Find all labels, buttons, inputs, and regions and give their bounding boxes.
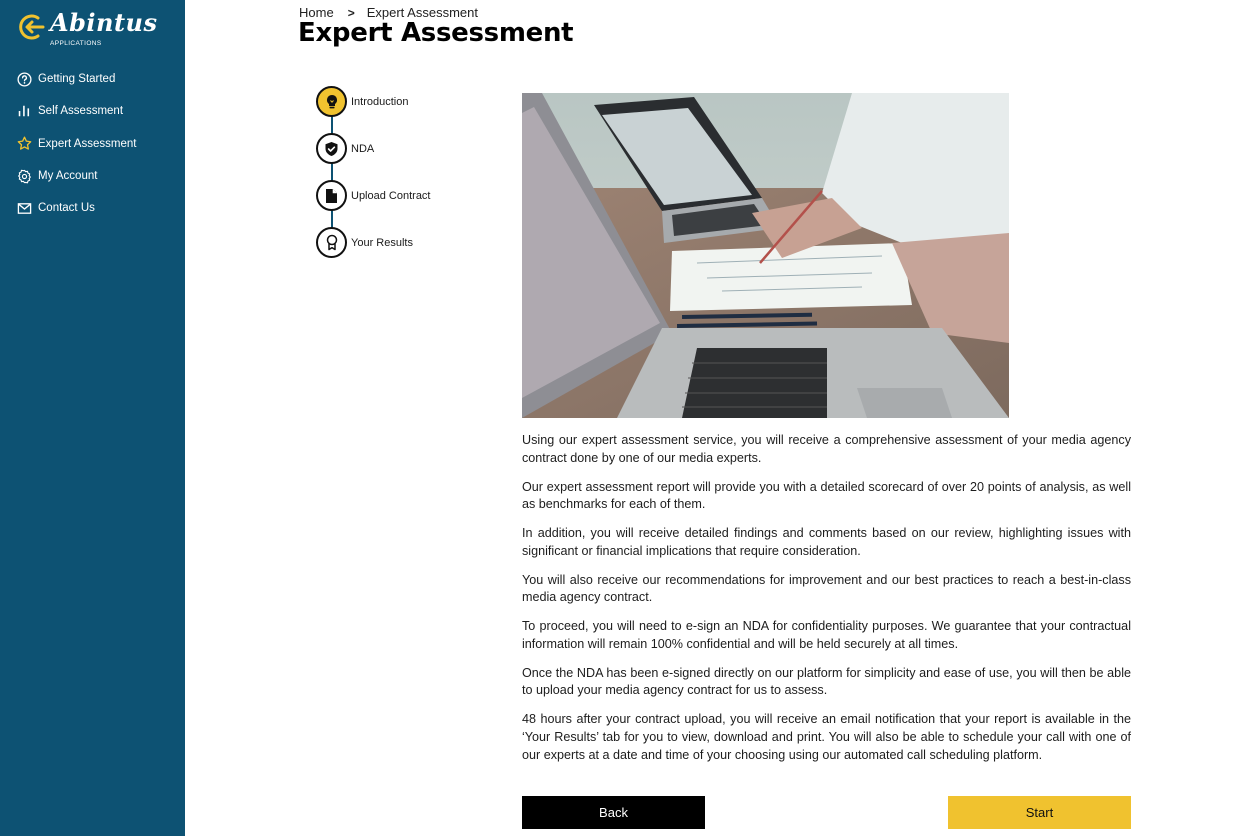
content-paragraph: Once the NDA has been e-signed directly …	[522, 665, 1131, 698]
shield-check-icon	[325, 141, 338, 156]
sidebar-item-expert-assessment[interactable]: Expert Assessment	[0, 128, 185, 160]
step-upload-contract[interactable]: Upload Contract	[316, 180, 431, 211]
sidebar-item-contact-us[interactable]: Contact Us	[0, 192, 185, 224]
brand-subtitle: APPLICATIONS	[50, 40, 102, 47]
sidebar-item-label: Expert Assessment	[38, 137, 137, 150]
lightbulb-icon	[326, 94, 337, 108]
content-paragraph: Using our expert assessment service, you…	[522, 433, 1131, 465]
laptops-desk-illustration	[522, 93, 1009, 418]
intro-content: Using our expert assessment service, you…	[522, 432, 1131, 776]
document-icon	[326, 188, 337, 203]
progress-stepper: Introduction NDA Upload Contract Your Re…	[316, 86, 486, 266]
star-icon	[16, 136, 32, 152]
brand-logo[interactable]: Abintus APPLICATIONS	[16, 8, 157, 52]
logo-mark-icon	[19, 14, 45, 40]
step-label: Upload Contract	[351, 189, 431, 202]
step-indicator	[316, 133, 347, 164]
content-paragraph: In addition, you will receive detailed f…	[522, 526, 1131, 558]
sidebar-nav: Getting Started Self Assessment Expert A…	[0, 63, 185, 224]
stepper-connector-line	[330, 102, 333, 242]
step-indicator	[316, 180, 347, 211]
step-label: NDA	[351, 142, 375, 155]
bar-chart-icon	[16, 103, 32, 119]
brand-name: Abintus	[50, 8, 158, 37]
step-label: Introduction	[351, 95, 409, 108]
question-circle-icon	[16, 71, 32, 87]
content-paragraph: Our expert assessment report will provid…	[522, 479, 1131, 512]
content-paragraph: 48 hours after your contract upload, you…	[522, 712, 1131, 762]
sidebar-item-label: Contact Us	[38, 202, 95, 215]
step-your-results[interactable]: Your Results	[316, 227, 413, 258]
sidebar-item-label: Getting Started	[38, 73, 116, 86]
sidebar-item-my-account[interactable]: My Account	[0, 160, 185, 192]
content-paragraph: You will also receive our recommendation…	[522, 572, 1131, 605]
mail-icon	[16, 200, 32, 216]
back-button[interactable]: Back	[522, 796, 705, 829]
step-nda[interactable]: NDA	[316, 133, 374, 164]
award-ribbon-icon	[326, 234, 337, 251]
sidebar-item-label: Self Assessment	[38, 105, 124, 118]
step-indicator	[316, 227, 347, 258]
step-label: Your Results	[351, 236, 413, 249]
start-button[interactable]: Start	[948, 796, 1131, 829]
sidebar-item-label: My Account	[38, 170, 98, 183]
sidebar-item-getting-started[interactable]: Getting Started	[0, 63, 185, 95]
hero-image	[522, 93, 1009, 418]
content-paragraph: To proceed, you will need to e-sign an N…	[522, 619, 1131, 651]
step-introduction[interactable]: Introduction	[316, 86, 408, 117]
page-title: Expert Assessment	[298, 18, 574, 48]
sidebar-item-self-assessment[interactable]: Self Assessment	[0, 95, 185, 127]
step-indicator	[316, 86, 347, 117]
gear-icon	[16, 168, 32, 184]
sidebar: Abintus APPLICATIONS Getting Started Sel…	[0, 0, 185, 836]
